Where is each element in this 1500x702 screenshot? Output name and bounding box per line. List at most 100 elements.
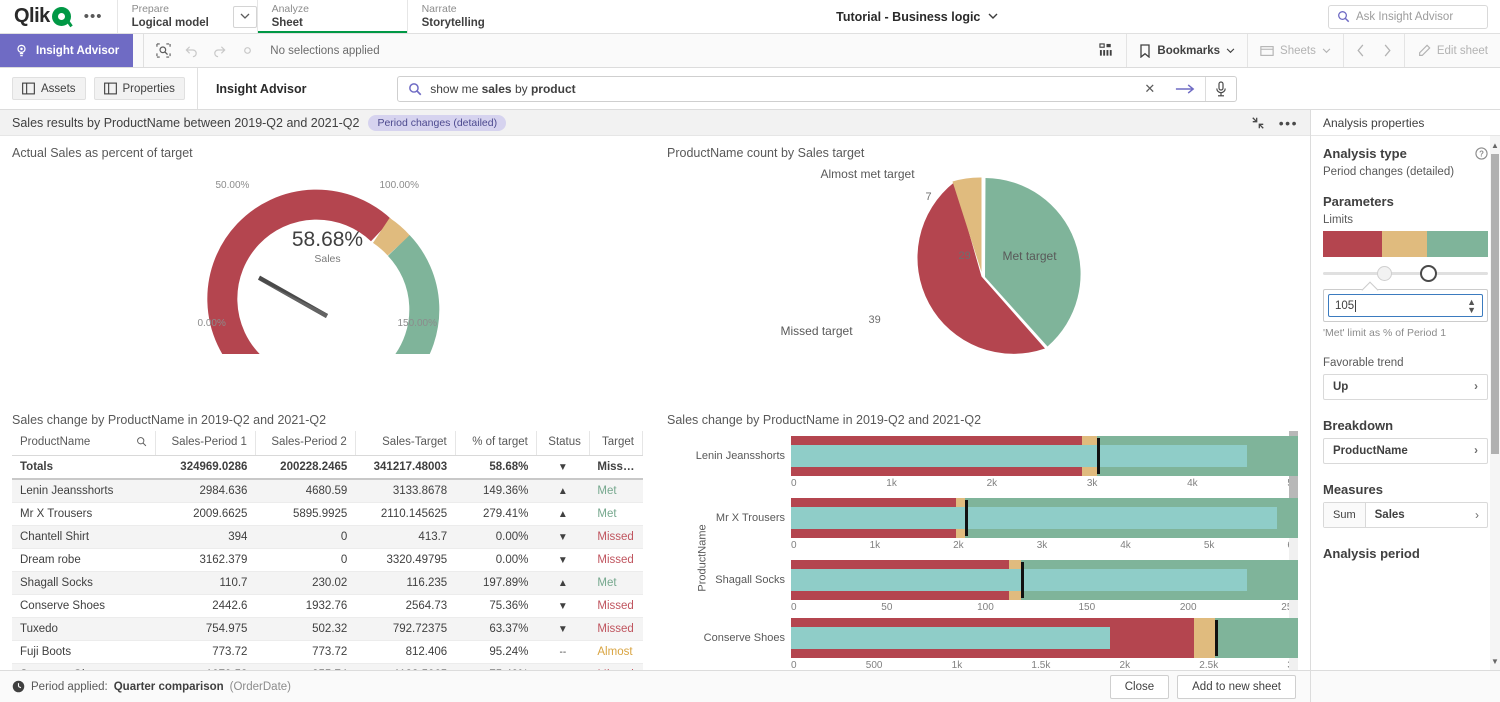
column-search-icon[interactable] xyxy=(136,436,147,447)
clear-selections-icon xyxy=(234,38,260,64)
limit-band-almost xyxy=(1382,231,1427,257)
gauge-value-block: 58.68% Sales xyxy=(188,228,468,265)
measure-aggregation[interactable]: Sum xyxy=(1324,503,1366,527)
bullet-chart-cell: Sales change by ProductName in 2019-Q2 a… xyxy=(655,403,1310,670)
table-row-totals: Totals 324969.0286 200228.2465 341217.48… xyxy=(12,456,643,480)
row-name: Fuji Boots xyxy=(12,641,156,664)
nl-query-text[interactable]: show me sales by product xyxy=(430,82,1134,96)
table-row[interactable]: Mr X Trousers2009.66255895.99252110.1456… xyxy=(12,503,643,526)
row-p2: 773.72 xyxy=(255,641,355,664)
submit-query-icon[interactable] xyxy=(1165,83,1205,95)
nav-section-analyze[interactable]: Analyze Sheet xyxy=(257,0,407,33)
toolbar-right: Bookmarks Sheets Edit sheet xyxy=(1087,34,1500,67)
pencil-icon xyxy=(1417,44,1431,58)
table-row[interactable]: Shagall Socks110.7230.02116.235197.89%▲M… xyxy=(12,572,643,595)
tick: 1k xyxy=(870,540,881,551)
tick: 500 xyxy=(866,660,883,670)
row-flag: Missed xyxy=(589,618,642,641)
col-sales-period-2[interactable]: Sales-Period 2 xyxy=(255,431,355,456)
selections-tool-icon[interactable] xyxy=(150,38,176,64)
row-pct: 95.24% xyxy=(455,641,536,664)
sales-change-table[interactable]: ProductName Sales-Period 1 Sales-Period … xyxy=(12,431,643,670)
nav-section-narrate[interactable]: Narrate Storytelling xyxy=(407,0,507,33)
table-row[interactable]: Tuxedo754.975502.32792.7237563.37%▼Misse… xyxy=(12,618,643,641)
collapse-icon[interactable] xyxy=(1251,116,1265,130)
period-applied-field: (OrderDate) xyxy=(230,681,291,693)
scroll-up-icon[interactable]: ▲ xyxy=(1490,138,1500,152)
tick: 0 xyxy=(791,540,797,551)
more-options-icon[interactable]: ••• xyxy=(1279,115,1298,131)
document-title[interactable]: Tutorial - Business logic xyxy=(507,0,1328,33)
table-row[interactable]: Dream robe3162.37903320.497950.00%▼Misse… xyxy=(12,549,643,572)
table-row[interactable]: Chantell Shirt3940413.70.00%▼Missed xyxy=(12,526,643,549)
properties-scrollbar[interactable]: ▲ ▼ xyxy=(1490,136,1500,670)
analysis-header-actions: ••• xyxy=(1251,115,1298,131)
limit-hint: 'Met' limit as % of Period 1 xyxy=(1323,327,1488,339)
add-to-new-sheet-button[interactable]: Add to new sheet xyxy=(1177,675,1296,699)
voice-input-icon[interactable] xyxy=(1205,77,1236,101)
bullet-row[interactable]: Mr X Trousers 0 xyxy=(693,493,1298,555)
row-p1: 2442.6 xyxy=(156,595,256,618)
grid-view-icon[interactable] xyxy=(1087,34,1126,67)
ask-insight-advisor-input[interactable]: Ask Insight Advisor xyxy=(1328,5,1488,29)
pie-chart[interactable]: Met target 29 Missed target 39 Almost me… xyxy=(667,164,1298,403)
col-productname[interactable]: ProductName xyxy=(12,431,156,456)
chevron-right-icon xyxy=(1382,44,1392,57)
slider-knob-almost[interactable] xyxy=(1377,266,1392,281)
bullet-actual-bar xyxy=(791,445,1247,467)
bullet-y-axis-label: ProductName xyxy=(697,524,709,591)
favorable-trend-picker[interactable]: Up › xyxy=(1323,374,1488,400)
row-p1: 2009.6625 xyxy=(156,503,256,526)
bullet-chart[interactable]: ProductName Lenin Jeansshorts xyxy=(667,431,1298,670)
bookmarks-chevron-down-icon xyxy=(1226,48,1235,54)
col-sales-target[interactable]: Sales-Target xyxy=(355,431,455,456)
bullet-row[interactable]: Lenin Jeansshorts 0 xyxy=(693,431,1298,493)
data-table-cell: Sales change by ProductName in 2019-Q2 a… xyxy=(0,403,655,670)
table-row[interactable]: Sapporoo Gloves1079.53855.741133.506575.… xyxy=(12,664,643,671)
qlik-logo-text: Qlik xyxy=(14,5,50,28)
slider-knob-met[interactable] xyxy=(1420,265,1437,282)
table-row[interactable]: Lenin Jeansshorts2984.6364680.593133.867… xyxy=(12,479,643,503)
bullet-row[interactable]: Shagall Socks 0 xyxy=(693,556,1298,618)
analysis-type-value[interactable]: Period changes (detailed) xyxy=(1323,166,1488,178)
col-sales-period-1[interactable]: Sales-Period 1 xyxy=(156,431,256,456)
bullet-actual-bar xyxy=(791,627,1110,649)
row-status: ▲ xyxy=(536,479,589,503)
tick: 1k xyxy=(886,478,897,489)
limits-slider[interactable] xyxy=(1323,265,1488,281)
scroll-down-icon[interactable]: ▼ xyxy=(1490,654,1500,668)
scrollbar-thumb[interactable] xyxy=(1491,154,1499,454)
breakdown-picker[interactable]: ProductName › xyxy=(1323,438,1488,464)
insight-advisor-button[interactable]: Insight Advisor xyxy=(0,34,133,67)
limit-number-input[interactable]: 105 ▲▼ xyxy=(1328,294,1483,317)
help-icon[interactable]: ? xyxy=(1475,147,1488,160)
measure-picker[interactable]: Sum Sales › xyxy=(1323,502,1488,528)
col-pct-of-target[interactable]: % of target xyxy=(455,431,536,456)
measures-heading: Measures xyxy=(1323,482,1488,497)
nl-query-bar[interactable]: show me sales by product ✕ xyxy=(397,76,1237,102)
analysis-content: Sales results by ProductName between 201… xyxy=(0,110,1310,670)
selections-status-text: No selections applied xyxy=(270,45,379,57)
chevron-down-icon[interactable] xyxy=(233,6,257,28)
gauge-tick-100: 100.00% xyxy=(380,180,419,191)
col-status[interactable]: Status xyxy=(536,431,589,456)
row-status: ▲ xyxy=(536,503,589,526)
gauge-chart[interactable]: 58.68% Sales 0.00% 50.00% 100.00% 150.00… xyxy=(12,164,643,403)
nav-section-prepare[interactable]: Prepare Logical model xyxy=(117,0,227,33)
ellipsis-icon[interactable]: ••• xyxy=(80,8,107,25)
bookmarks-button[interactable]: Bookmarks xyxy=(1126,34,1247,67)
row-p2: 230.02 xyxy=(255,572,355,595)
bullet-row[interactable]: Conserve Shoes 0 xyxy=(693,618,1298,670)
assets-button[interactable]: Assets xyxy=(12,77,86,100)
number-stepper-icon[interactable]: ▲▼ xyxy=(1467,298,1476,314)
col-target[interactable]: Target xyxy=(589,431,642,456)
slider-track xyxy=(1323,272,1488,275)
limit-band-missed xyxy=(1323,231,1382,257)
qlik-logo[interactable]: Qlik xyxy=(14,5,71,28)
properties-button[interactable]: Properties xyxy=(94,77,185,100)
table-row[interactable]: Conserve Shoes2442.61932.762564.7375.36%… xyxy=(12,595,643,618)
clear-query-icon[interactable]: ✕ xyxy=(1134,81,1165,97)
close-button[interactable]: Close xyxy=(1110,675,1169,699)
breakdown-value: ProductName xyxy=(1333,445,1408,457)
table-row[interactable]: Fuji Boots773.72773.72812.40695.24%--Alm… xyxy=(12,641,643,664)
